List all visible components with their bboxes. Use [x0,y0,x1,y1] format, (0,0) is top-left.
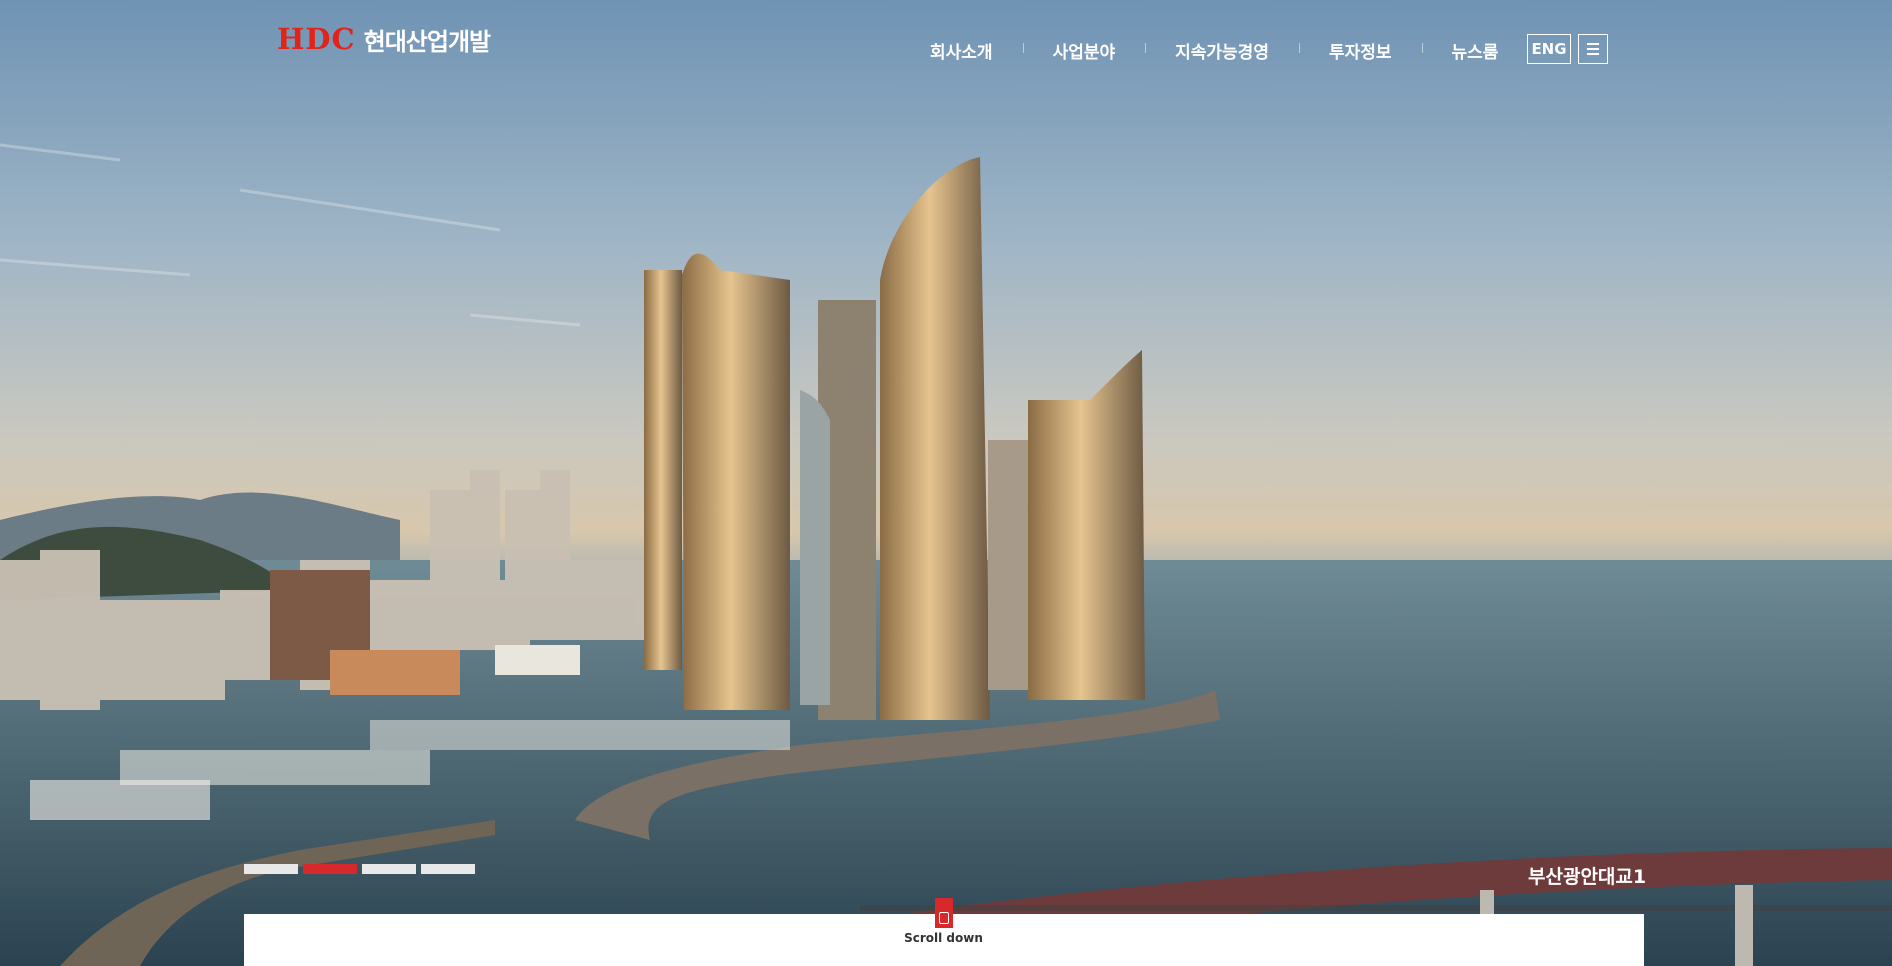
company-name: 현대산업개발 [363,27,491,56]
language-button[interactable]: ENG [1527,34,1571,64]
slide-indicator-3[interactable] [362,864,416,874]
nav-item-company[interactable]: 회사소개 [900,38,1023,63]
slide-indicator-4[interactable] [421,864,475,874]
hero-illustration [0,143,1892,966]
menu-button[interactable] [1578,34,1608,64]
slide-caption: 부산광안대교1 [1528,866,1647,888]
brand-logo[interactable]: HDC 현대산업개발 [277,22,491,56]
scroll-down-label: Scroll down [904,931,983,945]
nav-item-sustainability[interactable]: 지속가능경영 [1145,38,1299,63]
site-header: HDC 현대산업개발 회사소개 사업분야 지속가능경영 투자정보 뉴스룸 ENG [0,0,1892,100]
mouse-icon [934,898,953,928]
nav-item-newsroom[interactable]: 뉴스룸 [1421,38,1529,63]
nav-item-investor[interactable]: 투자정보 [1298,38,1422,63]
nav-item-business[interactable]: 사업분야 [1022,38,1146,63]
hamburger-icon [1587,43,1599,45]
hdc-logo-mark: HDC [277,22,356,56]
slide-indicator-1[interactable] [244,864,298,874]
slide-indicator-2[interactable] [303,864,357,874]
scroll-down-button[interactable]: Scroll down [900,898,987,945]
slide-pager [244,864,475,874]
hero-image [0,0,1892,966]
main-nav: 회사소개 사업분야 지속가능경영 투자정보 뉴스룸 [900,38,1528,63]
